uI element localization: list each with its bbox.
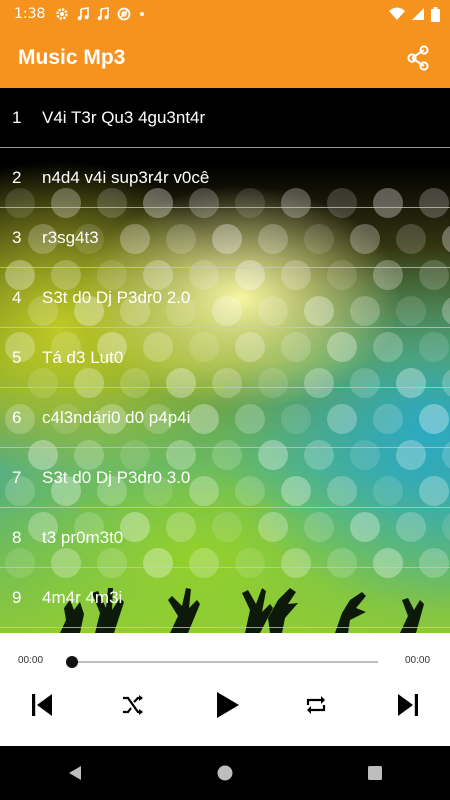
system-nav-bar xyxy=(0,746,450,800)
song-title: 4m4r 4m3i xyxy=(42,587,123,607)
status-bar: 1:38 xyxy=(0,0,450,28)
song-title: r3sg4t3 xyxy=(42,227,99,247)
song-title: S3t d0 Dj P3dr0 3.0 xyxy=(42,467,191,487)
shuffle-button[interactable] xyxy=(113,685,153,725)
list-item[interactable]: 3 r3sg4t3 xyxy=(0,208,450,268)
signal-icon xyxy=(412,8,424,20)
next-button[interactable] xyxy=(388,685,428,725)
song-number: 6 xyxy=(12,407,22,427)
previous-button[interactable] xyxy=(22,685,62,725)
recents-icon xyxy=(368,766,382,780)
seek-bar[interactable] xyxy=(70,661,378,663)
song-title: Tá d3 Lut0 xyxy=(42,347,124,367)
app-title: Music Mp3 xyxy=(18,46,126,69)
song-number: 8 xyxy=(12,527,22,547)
list-item[interactable]: 2 n4d4 v4i sup3r4r v0cê xyxy=(0,148,450,208)
song-number: 2 xyxy=(12,167,22,187)
repeat-button[interactable] xyxy=(296,685,336,725)
song-list: 1 V4i T3r Qu3 4gu3nt4r 2 n4d4 v4i sup3r4r … xyxy=(0,88,450,633)
music-note-icon xyxy=(78,7,90,21)
notification-icons xyxy=(55,7,145,21)
back-icon xyxy=(69,766,81,780)
song-number: 4 xyxy=(12,287,22,307)
app-bar: Music Mp3 xyxy=(0,28,450,88)
repeat-icon xyxy=(306,696,326,714)
seek-thumb[interactable] xyxy=(66,656,78,668)
list-item[interactable]: 4 S3t d0 Dj P3dr0 2.0 xyxy=(0,268,450,328)
share-icon xyxy=(407,45,429,71)
song-title: V4i T3r Qu3 4gu3nt4r xyxy=(42,107,206,127)
home-icon xyxy=(217,765,233,781)
song-title: S3t d0 Dj P3dr0 2.0 xyxy=(42,287,191,307)
share-button[interactable] xyxy=(404,44,432,72)
home-button[interactable] xyxy=(205,753,245,793)
system-icons xyxy=(389,6,440,22)
song-number: 1 xyxy=(12,107,22,127)
list-item[interactable]: 8 t3 pr0m3t0 xyxy=(0,508,450,568)
music-note-icon xyxy=(98,7,110,21)
skip-previous-icon xyxy=(32,694,52,716)
song-title: n4d4 v4i sup3r4r v0cê xyxy=(42,167,210,187)
list-item[interactable]: 6 c4l3ndári0 d0 p4p4i xyxy=(0,388,450,448)
song-title: t3 pr0m3t0 xyxy=(42,527,124,547)
dot-icon xyxy=(140,12,145,16)
status-time: 1:38 xyxy=(14,6,46,22)
play-icon xyxy=(217,692,239,718)
at-icon xyxy=(118,7,131,21)
back-button[interactable] xyxy=(55,753,95,793)
shuffle-icon xyxy=(123,695,143,715)
song-number: 7 xyxy=(12,467,22,487)
recents-button[interactable] xyxy=(355,753,395,793)
song-title: c4l3ndári0 d0 p4p4i xyxy=(42,407,191,427)
total-time: 00:00 xyxy=(405,655,431,666)
wifi-icon xyxy=(389,7,405,20)
list-item[interactable]: 7 S3t d0 Dj P3dr0 3.0 xyxy=(0,448,450,508)
battery-icon xyxy=(431,6,440,22)
gear-icon xyxy=(56,8,69,20)
song-number: 5 xyxy=(12,347,22,367)
song-number: 3 xyxy=(12,227,22,247)
list-item[interactable]: 5 Tá d3 Lut0 xyxy=(0,328,450,388)
list-item[interactable]: 1 V4i T3r Qu3 4gu3nt4r xyxy=(0,88,450,148)
list-item[interactable]: 9 4m4r 4m3i xyxy=(0,568,450,628)
play-button[interactable] xyxy=(207,685,247,725)
skip-next-icon xyxy=(398,694,418,716)
music-player: 00:00 00:00 xyxy=(0,633,450,746)
song-number: 9 xyxy=(12,587,22,607)
current-time: 00:00 xyxy=(18,655,44,666)
